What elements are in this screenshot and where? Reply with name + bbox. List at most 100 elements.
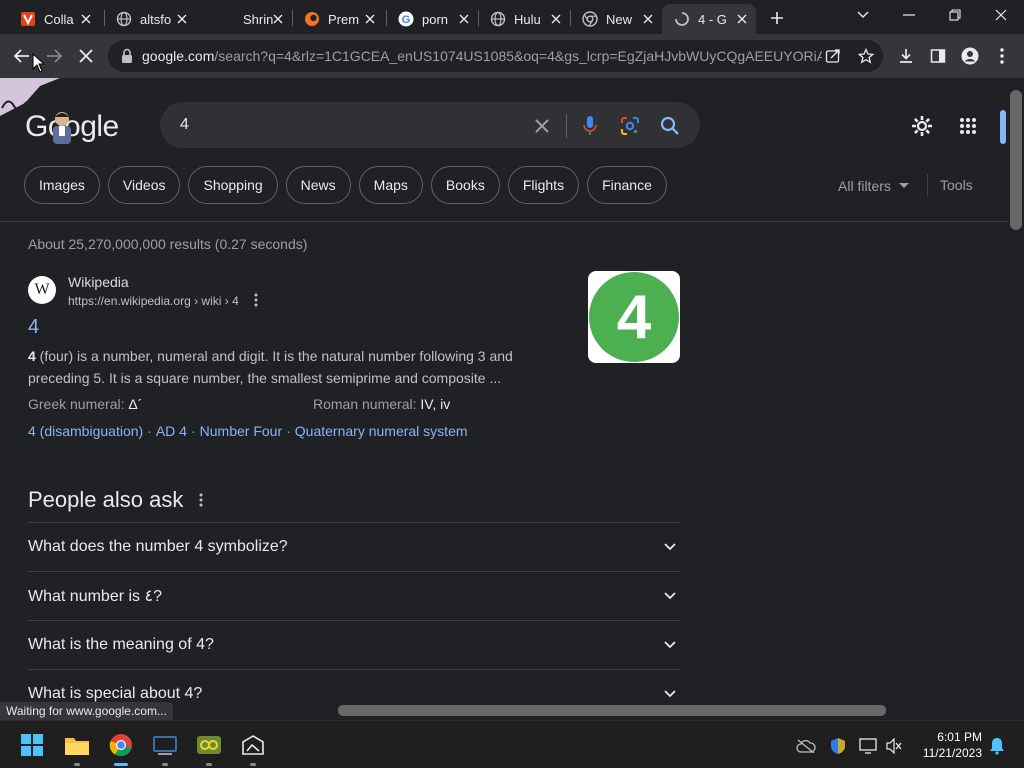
- lock-icon[interactable]: [120, 48, 134, 64]
- search-icon[interactable]: [658, 114, 682, 138]
- terminal-app-icon[interactable]: [151, 731, 179, 759]
- display-icon[interactable]: [858, 736, 878, 756]
- chip-videos[interactable]: Videos: [107, 166, 181, 204]
- chip-finance[interactable]: Finance: [587, 166, 667, 204]
- chip-images[interactable]: Images: [24, 166, 100, 204]
- bookmark-star-icon[interactable]: [857, 47, 875, 65]
- clear-search-icon[interactable]: [530, 114, 554, 138]
- chip-books[interactable]: Books: [430, 166, 500, 204]
- minimize-icon[interactable]: [895, 4, 923, 26]
- game-app-icon[interactable]: [195, 731, 223, 759]
- result-more-options-icon[interactable]: [250, 292, 262, 308]
- paa-question[interactable]: What is special about 4?: [28, 669, 680, 702]
- search-box[interactable]: 4: [160, 102, 700, 148]
- google-lens-icon[interactable]: [618, 114, 642, 138]
- security-shield-icon[interactable]: [828, 736, 848, 756]
- tab-6[interactable]: New: [570, 4, 662, 34]
- chrome-taskbar-icon[interactable]: [107, 731, 135, 759]
- chevron-down-icon: [660, 684, 680, 702]
- close-tab-icon[interactable]: [548, 11, 564, 27]
- system-clock[interactable]: 6:01 PM 11/21/2023: [912, 729, 982, 761]
- address-bar[interactable]: google.com/search?q=4&rlz=1C1GCEA_enUS10…: [108, 40, 883, 72]
- wikipedia-favicon[interactable]: W: [28, 276, 56, 304]
- chip-news[interactable]: News: [285, 166, 351, 204]
- sitelink-disambiguation[interactable]: 4 (disambiguation): [28, 423, 143, 439]
- volume-muted-icon[interactable]: [884, 736, 904, 756]
- close-window-icon[interactable]: [987, 4, 1015, 26]
- roman-value: IV, iv: [420, 396, 451, 412]
- sitelink-ad4[interactable]: AD 4: [156, 423, 187, 439]
- cloud-offline-icon[interactable]: [796, 736, 816, 756]
- notification-bell-icon[interactable]: [987, 736, 1007, 756]
- roman-label: Roman numeral:: [313, 396, 421, 412]
- paa-question[interactable]: What number is ٤?: [28, 571, 680, 620]
- thumbnail-four: 4: [589, 272, 679, 362]
- close-tab-icon[interactable]: [640, 11, 656, 27]
- search-divider: [566, 114, 567, 138]
- file-explorer-icon[interactable]: [63, 731, 91, 759]
- tab-search-chevron-icon[interactable]: [849, 4, 877, 26]
- windows-start-icon[interactable]: [18, 731, 46, 759]
- chevron-down-icon: [660, 635, 680, 655]
- sitelink-quaternary[interactable]: Quaternary numeral system: [295, 423, 468, 439]
- mouse-cursor-icon: [32, 53, 46, 73]
- result-thumbnail[interactable]: 4: [588, 271, 680, 363]
- loading-icon: [674, 11, 690, 27]
- share-icon[interactable]: [824, 47, 842, 65]
- header-divider: [0, 221, 1008, 222]
- url-path: /search?q=4&rlz=1C1GCEA_enUS1074US1085&o…: [214, 48, 822, 64]
- vertical-scrollbar[interactable]: [1008, 78, 1024, 702]
- url-text[interactable]: google.com/search?q=4&rlz=1C1GCEA_enUS10…: [142, 48, 822, 64]
- paa-question-text: What number is ٤?: [28, 588, 162, 605]
- result-site-url[interactable]: https://en.wikipedia.org › wiki › 4: [68, 294, 239, 308]
- result-title-link[interactable]: 4: [28, 316, 39, 339]
- tab-active[interactable]: 4 - G: [662, 4, 756, 34]
- paa-more-options-icon[interactable]: [195, 492, 207, 508]
- clock-date: 11/21/2023: [922, 746, 982, 760]
- close-tab-icon[interactable]: [78, 11, 94, 27]
- vertical-scroll-thumb[interactable]: [1010, 90, 1022, 230]
- chrome-menu-icon[interactable]: [990, 44, 1014, 68]
- stop-loading-button[interactable]: [74, 44, 98, 68]
- photos-app-icon[interactable]: [239, 731, 267, 759]
- side-panel-icon[interactable]: [926, 44, 950, 68]
- paa-question[interactable]: What is the meaning of 4?: [28, 620, 680, 669]
- downloads-icon[interactable]: [894, 44, 918, 68]
- result-site-name[interactable]: Wikipedia: [68, 274, 129, 290]
- voice-search-mic-icon[interactable]: [578, 114, 602, 138]
- search-results-page: Google 4 Images Videos Shopping News Map…: [0, 78, 1008, 702]
- close-tab-icon[interactable]: [456, 11, 472, 27]
- taskbar-indicator: [162, 763, 168, 766]
- sitelink-separator: ·: [286, 423, 291, 439]
- close-tab-icon[interactable]: [362, 11, 378, 27]
- tools-button[interactable]: Tools: [940, 177, 973, 193]
- horizontal-scroll-thumb[interactable]: [338, 705, 886, 716]
- greek-label: Greek numeral:: [28, 396, 129, 412]
- google-apps-grid-icon[interactable]: [955, 113, 981, 139]
- tab-2[interactable]: Shrin: [200, 4, 292, 34]
- chip-maps[interactable]: Maps: [358, 166, 423, 204]
- paa-question[interactable]: What does the number 4 symbolize?: [28, 522, 680, 571]
- chip-flights[interactable]: Flights: [507, 166, 580, 204]
- tab-4[interactable]: G porn: [386, 4, 478, 34]
- close-tab-icon[interactable]: [174, 11, 190, 27]
- tab-0[interactable]: Colla: [8, 4, 100, 34]
- tab-3[interactable]: Prem: [292, 4, 384, 34]
- restore-icon[interactable]: [941, 4, 969, 26]
- back-button[interactable]: [10, 44, 34, 68]
- settings-gear-icon[interactable]: [909, 113, 935, 139]
- paa-question-text: What is the meaning of 4?: [28, 636, 214, 653]
- tab-1[interactable]: altsfo: [104, 4, 196, 34]
- profile-avatar-icon[interactable]: [958, 44, 982, 68]
- all-filters-button[interactable]: All filters: [838, 178, 909, 194]
- close-tab-icon[interactable]: [734, 11, 750, 27]
- taskbar-active-indicator: [114, 763, 128, 766]
- tab-5[interactable]: Hulu: [478, 4, 570, 34]
- tools-separator: [927, 174, 928, 196]
- search-query[interactable]: 4: [180, 116, 189, 134]
- sitelink-number-four[interactable]: Number Four: [200, 423, 282, 439]
- doodle-figure-icon[interactable]: [44, 108, 80, 146]
- chip-shopping[interactable]: Shopping: [188, 166, 278, 204]
- new-tab-button[interactable]: [766, 7, 788, 29]
- close-tab-icon[interactable]: [270, 11, 286, 27]
